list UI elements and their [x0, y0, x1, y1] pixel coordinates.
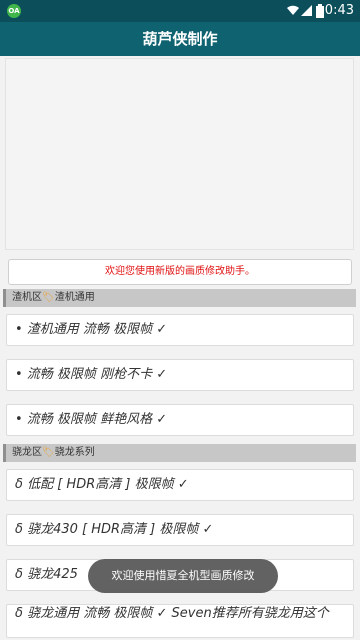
notification-app-icon: OA [7, 4, 21, 18]
signal-icon [301, 5, 312, 16]
section-prefix: 骁龙区 [12, 447, 42, 458]
tag-icon: 🏷 [42, 447, 55, 458]
option-item[interactable]: δ 骁龙通用 流畅 极限帧 ✓ Seven推荐所有骁龙用这个 [6, 604, 354, 638]
banner-area [5, 58, 354, 250]
section-name: 骁龙系列 [54, 447, 95, 458]
section-header-snapdragon: 骁龙区🏷骁龙系列 [3, 444, 356, 462]
section-name: 渣机通用 [54, 292, 95, 303]
welcome-message: 欢迎您使用新版的画质修改助手。 [8, 259, 352, 285]
section-prefix: 渣机区 [12, 292, 42, 303]
wifi-icon [287, 5, 299, 15]
status-time: 10:43 [316, 3, 354, 18]
option-item[interactable]: • 流畅 极限帧 鲜艳风格 ✓ [6, 404, 354, 436]
status-bar: OA 10:43 [0, 0, 360, 22]
tag-icon: 🏷 [42, 292, 55, 303]
option-item[interactable]: • 流畅 极限帧 刚枪不卡 ✓ [6, 359, 354, 391]
option-item[interactable]: • 渣机通用 流畅 极限帧 ✓ [6, 314, 354, 346]
toast-message: 欢迎使用惜夏全机型画质修改 [88, 559, 278, 593]
section-header-budget: 渣机区🏷渣机通用 [3, 289, 356, 307]
app-title: 葫芦侠制作 [0, 22, 360, 56]
option-item[interactable]: δ 低配 [ HDR高清 ] 极限帧 ✓ [6, 469, 354, 501]
option-item[interactable]: δ 骁龙430 [ HDR高清 ] 极限帧 ✓ [6, 514, 354, 546]
